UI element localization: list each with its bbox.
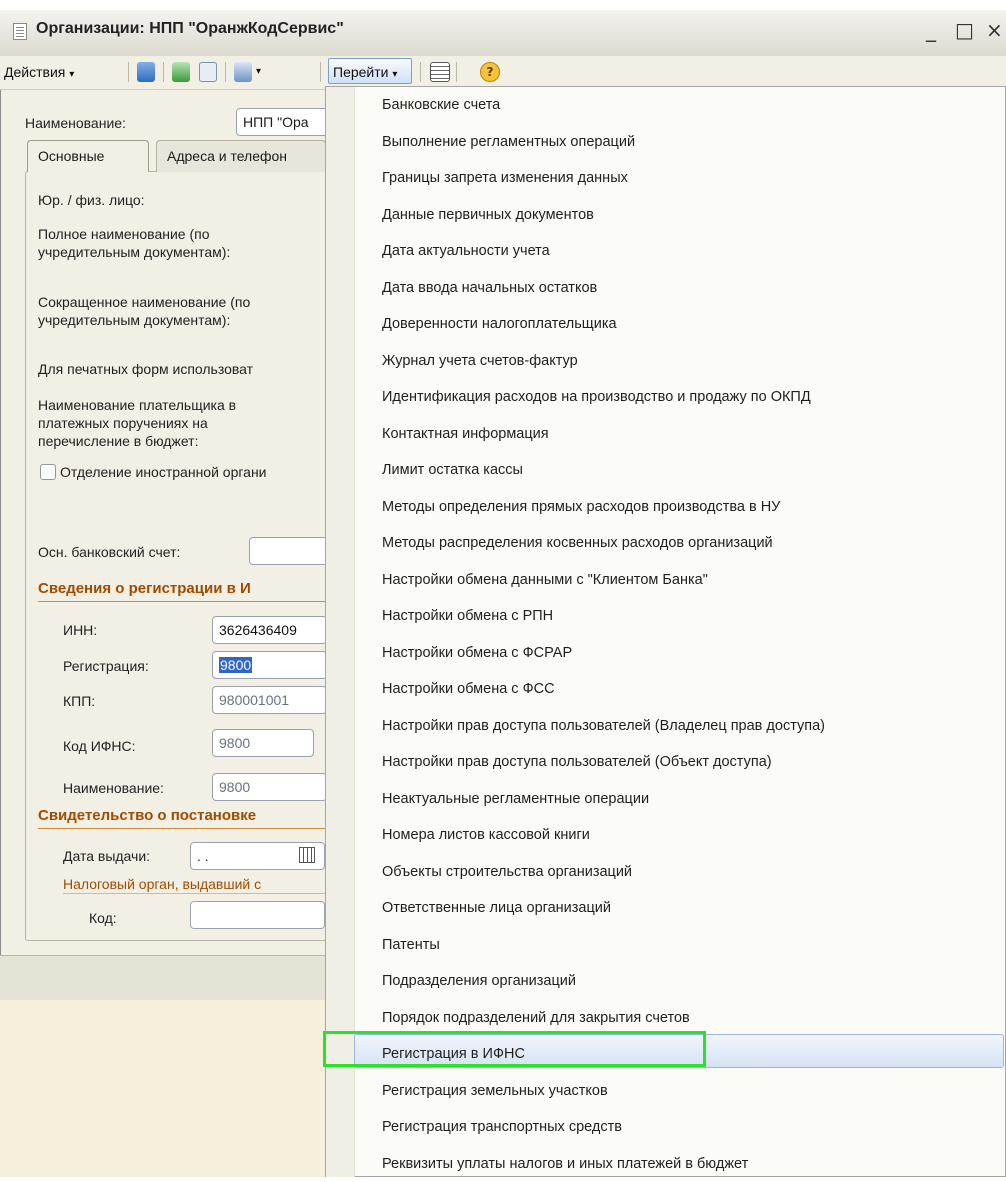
registration-field[interactable]: 9800 (212, 651, 327, 679)
menu-item[interactable]: Настройки прав доступа пользователей (Об… (382, 744, 772, 780)
ifns-code-label: Код ИФНС: (63, 738, 136, 754)
chevron-down-icon: ▾ (69, 69, 75, 80)
registration-section-title: Сведения о регистрации в И (38, 580, 251, 597)
document-icon (13, 23, 27, 40)
toolbar-separator (225, 62, 226, 82)
menu-item[interactable]: Неактуальные регламентные операции (382, 781, 649, 817)
menu-item[interactable]: Объекты строительства организаций (382, 854, 632, 890)
menu-item[interactable]: Подразделения организаций (382, 963, 576, 999)
close-button[interactable]: × (986, 18, 1003, 42)
menu-item[interactable]: Идентификация расходов на производство и… (382, 379, 811, 415)
kpp-label: КПП: (63, 693, 96, 709)
registration-label: Регистрация: (63, 658, 149, 674)
full-name-label-2: учредительным документам): (38, 244, 231, 260)
goto-label: Перейти (333, 64, 389, 80)
foreign-branch-checkbox[interactable] (40, 464, 56, 480)
window-title: Организации: НПП "ОранжКодСервис" (36, 20, 344, 37)
toolbar-separator (128, 62, 129, 82)
menu-item[interactable]: Настройки обмена с РПН (382, 598, 553, 634)
calendar-icon[interactable] (299, 847, 315, 863)
section-divider (38, 601, 328, 602)
list-icon[interactable] (430, 62, 450, 82)
menu-item[interactable]: Настройки прав доступа пользователей (Вл… (382, 708, 825, 744)
menu-item[interactable]: Регистрация земельных участков (382, 1073, 608, 1109)
payer-name-label-3: перечисление в бюджет: (38, 433, 199, 449)
section-divider (38, 828, 328, 829)
menu-item[interactable]: Методы распределения косвенных расходов … (382, 525, 773, 561)
tab-addresses[interactable]: Адреса и телефон (156, 140, 326, 172)
inn-field[interactable]: 3626436409 (212, 616, 327, 644)
tax-authority-link[interactable]: Налоговый орган, выдавший с (63, 876, 261, 892)
menu-item[interactable]: Дата актуальности учета (382, 233, 550, 269)
menu-item[interactable]: Методы определения прямых расходов произ… (382, 489, 780, 525)
toolbar-separator (420, 62, 421, 82)
refresh-icon[interactable] (172, 62, 190, 82)
ifns-name-label: Наименование: (63, 780, 164, 796)
registration-value: 9800 (219, 657, 253, 673)
bank-account-label: Осн. банковский счет: (38, 544, 181, 560)
code-label: Код: (89, 910, 117, 926)
issue-date-label: Дата выдачи: (63, 848, 151, 864)
create-based-on-icon[interactable] (234, 62, 252, 82)
menu-item[interactable]: Настройки обмена с ФСС (382, 671, 555, 707)
payer-name-label-2: платежных поручениях на (38, 415, 208, 431)
minimize-button[interactable]: _ (926, 18, 936, 42)
short-name-label-1: Сокращенное наименование (по (38, 294, 251, 310)
menu-item[interactable]: Журнал учета счетов-фактур (382, 343, 578, 379)
menu-item[interactable]: Доверенности налогоплательщика (382, 306, 617, 342)
highlight-box (323, 1031, 706, 1067)
toolbar-separator (320, 62, 321, 82)
kpp-field[interactable]: 980001001 (212, 686, 327, 714)
foreign-branch-label: Отделение иностранной органи (60, 464, 267, 480)
print-forms-label: Для печатных форм использоват (38, 361, 254, 377)
maximize-button[interactable]: □ (955, 18, 974, 42)
toolbar-separator (163, 62, 164, 82)
bank-account-field[interactable] (249, 537, 329, 565)
menu-item[interactable]: Номера листов кассовой книги (382, 817, 590, 853)
actions-menu-button[interactable]: Действия ▾ (4, 61, 74, 83)
toolbar-separator (456, 62, 457, 82)
legal-type-label: Юр. / физ. лицо: (38, 192, 145, 208)
payer-name-label-1: Наименование плательщика в (38, 397, 237, 413)
short-name-label-2: учредительным документам): (38, 312, 231, 328)
name-label: Наименование: (25, 115, 126, 131)
goto-label-wrap: Перейти ▾ (333, 61, 397, 83)
ifns-code-field[interactable]: 9800 (212, 729, 314, 757)
inn-label: ИНН: (63, 622, 98, 638)
certificate-section-title: Свидетельство о постановке (38, 807, 257, 824)
menu-item[interactable]: Патенты (382, 927, 440, 963)
save-close-icon[interactable] (137, 62, 155, 82)
name-field[interactable]: НПП "Ора (236, 108, 336, 136)
menu-item[interactable]: Данные первичных документов (382, 197, 594, 233)
menu-item[interactable]: Выполнение регламентных операций (382, 124, 635, 160)
chevron-down-icon: ▾ (392, 69, 398, 80)
full-name-label-1: Полное наименование (по (38, 226, 210, 242)
menu-item[interactable]: Дата ввода начальных остатков (382, 270, 597, 306)
tab-main[interactable]: Основные (27, 140, 149, 172)
menu-item[interactable]: Границы запрета изменения данных (382, 160, 628, 196)
menu-item[interactable]: Реквизиты уплаты налогов и иных платежей… (382, 1146, 748, 1182)
ifns-name-field[interactable]: 9800 (212, 773, 327, 801)
menu-icon-gutter (326, 87, 355, 1177)
menu-item[interactable]: Ответственные лица организаций (382, 890, 611, 926)
menu-item[interactable]: Банковские счета (382, 87, 500, 123)
menu-item[interactable]: Настройки обмена с ФСРАР (382, 635, 572, 671)
help-icon[interactable]: ? (480, 62, 500, 82)
actions-label: Действия (4, 64, 66, 80)
menu-item[interactable]: Регистрация транспортных средств (382, 1109, 622, 1145)
menu-item[interactable]: Контактная информация (382, 416, 549, 452)
menu-item[interactable]: Лимит остатка кассы (382, 452, 523, 488)
chevron-down-icon[interactable]: ▾ (256, 61, 261, 83)
copy-document-icon[interactable] (199, 62, 217, 82)
section-divider (63, 893, 328, 894)
code-field[interactable] (190, 901, 325, 929)
menu-item[interactable]: Настройки обмена данными с "Клиентом Бан… (382, 562, 708, 598)
